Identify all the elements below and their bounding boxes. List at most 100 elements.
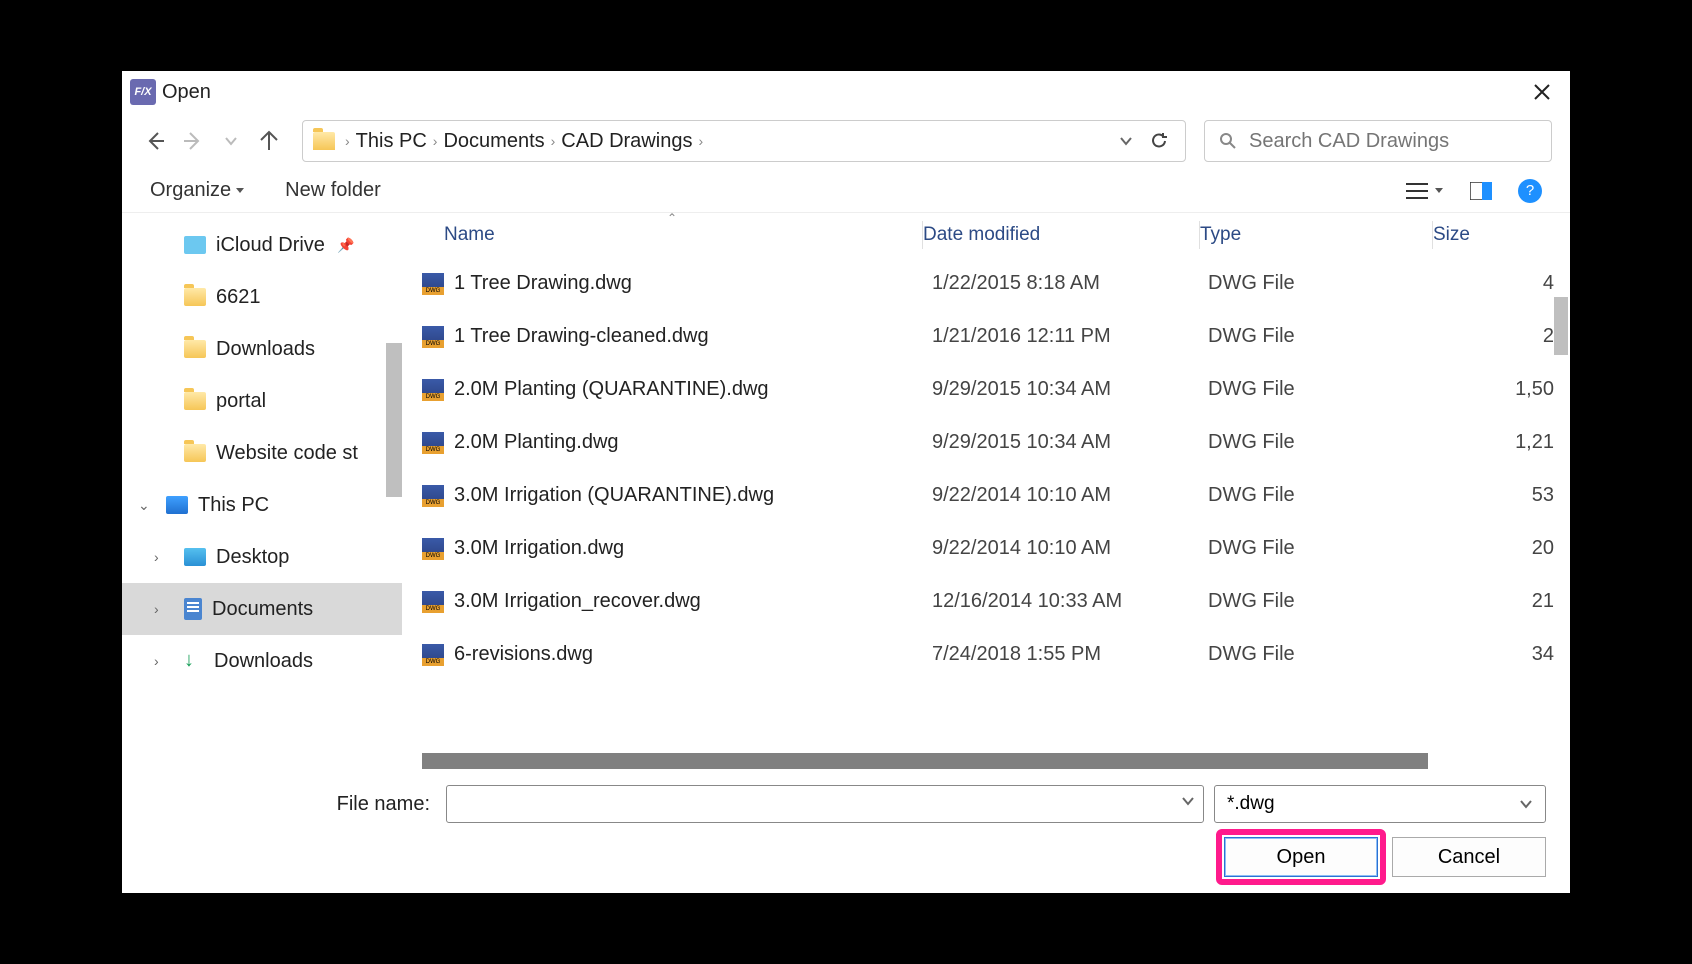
- dwg-file-icon: [422, 591, 444, 613]
- file-row[interactable]: 3.0M Irrigation.dwg9/22/2014 10:10 AMDWG…: [402, 522, 1570, 575]
- file-list: ⌃ Name Date modified Type Size 1 Tree Dr…: [402, 213, 1570, 769]
- file-row[interactable]: 2.0M Planting (QUARANTINE).dwg9/29/2015 …: [402, 363, 1570, 416]
- sidebar-item-label: This PC: [198, 494, 269, 517]
- file-type: DWG File: [1208, 643, 1440, 666]
- column-size[interactable]: Size: [1433, 224, 1570, 246]
- file-date: 9/29/2015 10:34 AM: [932, 378, 1208, 401]
- sidebar-item[interactable]: 6621: [122, 271, 402, 323]
- file-name: 6-revisions.dwg: [454, 643, 932, 666]
- folder-icon: [313, 132, 335, 150]
- file-name: 2.0M Planting (QUARANTINE).dwg: [454, 378, 932, 401]
- folder-icon: [184, 288, 206, 306]
- pc-icon: [166, 496, 188, 514]
- up-button[interactable]: [254, 126, 284, 156]
- column-headers: ⌃ Name Date modified Type Size: [402, 213, 1570, 257]
- dwg-file-icon: [422, 538, 444, 560]
- chevron-down-icon: [224, 134, 238, 148]
- chevron-right-icon: ›: [154, 601, 159, 617]
- search-bar[interactable]: [1204, 120, 1552, 162]
- file-date: 12/16/2014 10:33 AM: [932, 590, 1208, 613]
- dwg-file-icon: [422, 432, 444, 454]
- file-size: 1,50: [1440, 378, 1570, 401]
- sidebar-item-label: Downloads: [216, 338, 315, 361]
- sidebar-item[interactable]: portal: [122, 375, 402, 427]
- file-name: 3.0M Irrigation.dwg: [454, 537, 932, 560]
- file-type: DWG File: [1208, 325, 1440, 348]
- file-size: 34: [1440, 643, 1570, 666]
- cloud-icon: [184, 236, 206, 254]
- file-filter-select[interactable]: *.dwg: [1214, 785, 1546, 823]
- dwg-file-icon: [422, 644, 444, 666]
- file-row[interactable]: 3.0M Irrigation_recover.dwg12/16/2014 10…: [402, 575, 1570, 628]
- breadcrumb-item[interactable]: CAD Drawings: [561, 130, 692, 153]
- sidebar-item-label: iCloud Drive: [216, 234, 325, 257]
- file-type: DWG File: [1208, 590, 1440, 613]
- help-icon: ?: [1526, 182, 1534, 199]
- file-size: 21: [1440, 590, 1570, 613]
- folder-icon: [184, 444, 206, 462]
- sidebar-item[interactable]: ›Downloads: [122, 635, 402, 687]
- list-icon: [1406, 182, 1428, 200]
- forward-button[interactable]: [178, 126, 208, 156]
- file-row[interactable]: 1 Tree Drawing-cleaned.dwg1/21/2016 12:1…: [402, 310, 1570, 363]
- view-list-button[interactable]: [1406, 182, 1444, 200]
- dwg-file-icon: [422, 273, 444, 295]
- breadcrumb[interactable]: › This PC › Documents › CAD Drawings ›: [302, 120, 1186, 162]
- column-type[interactable]: Type: [1200, 224, 1432, 246]
- sort-indicator-icon: ⌃: [667, 213, 677, 225]
- sidebar-item[interactable]: ›Documents: [122, 583, 402, 635]
- file-row[interactable]: 1 Tree Drawing.dwg1/22/2015 8:18 AMDWG F…: [402, 257, 1570, 310]
- sidebar-item-label: 6621: [216, 286, 261, 309]
- chevron-right-icon: ›: [154, 549, 159, 565]
- file-row[interactable]: 6-revisions.dwg7/24/2018 1:55 PMDWG File…: [402, 628, 1570, 681]
- cancel-button[interactable]: Cancel: [1392, 837, 1546, 877]
- filename-label: File name:: [146, 793, 436, 816]
- open-button[interactable]: Open: [1224, 837, 1378, 877]
- file-date: 9/22/2014 10:10 AM: [932, 484, 1208, 507]
- horizontal-scrollbar[interactable]: [422, 753, 1428, 769]
- sidebar-item[interactable]: Website code st: [122, 427, 402, 479]
- breadcrumb-dropdown[interactable]: [1119, 134, 1133, 148]
- sidebar: iCloud Drive 📌 6621 Downloads portal Website …: [122, 213, 402, 769]
- sidebar-item[interactable]: ⌄ This PC: [122, 479, 402, 531]
- file-row[interactable]: 3.0M Irrigation (QUARANTINE).dwg9/22/201…: [402, 469, 1570, 522]
- window-title: Open: [162, 81, 211, 104]
- help-button[interactable]: ?: [1518, 179, 1542, 203]
- vertical-scrollbar[interactable]: [1554, 297, 1568, 355]
- sidebar-item-label: Desktop: [216, 546, 289, 569]
- sidebar-item[interactable]: › Desktop: [122, 531, 402, 583]
- folder-icon: [184, 340, 206, 358]
- footer: File name: *.dwg Open Cancel: [122, 769, 1570, 893]
- titlebar: F/X Open: [122, 71, 1570, 113]
- app-icon: F/X: [130, 79, 156, 105]
- caret-down-icon: [1434, 186, 1444, 196]
- dwg-file-icon: [422, 379, 444, 401]
- back-button[interactable]: [140, 126, 170, 156]
- file-row[interactable]: 2.0M Planting.dwg9/29/2015 10:34 AMDWG F…: [402, 416, 1570, 469]
- column-name[interactable]: Name: [422, 224, 922, 246]
- new-folder-button[interactable]: New folder: [285, 179, 381, 202]
- chevron-down-icon: ⌄: [138, 497, 150, 514]
- recent-dropdown[interactable]: [216, 126, 246, 156]
- pin-icon: 📌: [337, 237, 354, 254]
- chevron-right-icon: ›: [345, 133, 350, 149]
- chevron-right-icon: ›: [698, 133, 703, 149]
- file-type: DWG File: [1208, 537, 1440, 560]
- file-name: 3.0M Irrigation (QUARANTINE).dwg: [454, 484, 932, 507]
- organize-button[interactable]: Organize: [150, 179, 245, 202]
- file-date: 9/22/2014 10:10 AM: [932, 537, 1208, 560]
- refresh-button[interactable]: [1149, 131, 1169, 151]
- sidebar-item[interactable]: Downloads: [122, 323, 402, 375]
- search-input[interactable]: [1249, 130, 1537, 153]
- breadcrumb-item[interactable]: This PC: [356, 130, 427, 153]
- chevron-down-icon: [1519, 797, 1533, 811]
- file-name: 1 Tree Drawing.dwg: [454, 272, 932, 295]
- sidebar-item-label: portal: [216, 390, 266, 413]
- close-button[interactable]: [1522, 72, 1562, 112]
- chevron-down-icon[interactable]: [1181, 794, 1195, 808]
- filename-input[interactable]: [446, 785, 1204, 823]
- breadcrumb-item[interactable]: Documents: [443, 130, 544, 153]
- sidebar-item[interactable]: iCloud Drive 📌: [122, 219, 402, 271]
- column-date[interactable]: Date modified: [923, 224, 1199, 246]
- preview-pane-button[interactable]: [1470, 182, 1492, 200]
